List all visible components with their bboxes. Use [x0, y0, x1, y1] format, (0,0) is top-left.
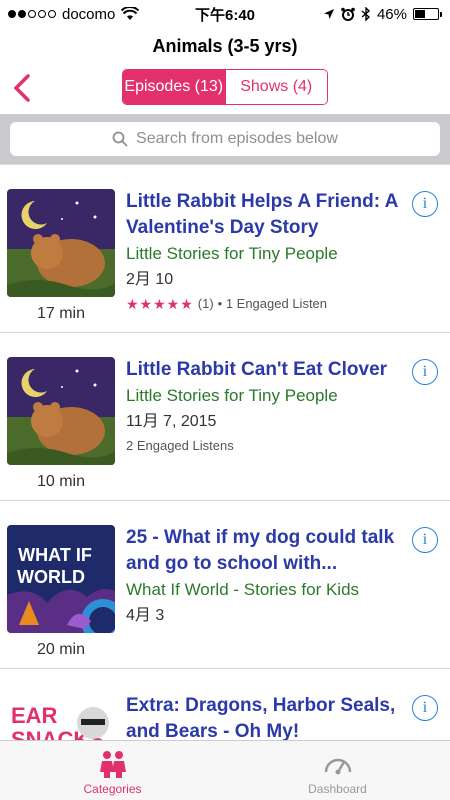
segmented-control: Episodes (13) Shows (4) — [122, 69, 328, 105]
episode-duration: 17 min — [36, 305, 86, 322]
episode-artwork — [7, 357, 115, 465]
art-text-line2: WORLD — [17, 567, 85, 587]
star-rating-icon: ★★★★★ — [126, 296, 194, 312]
episode-title[interactable]: Little Rabbit Helps A Friend: A Valentin… — [126, 189, 404, 241]
status-left: docomo — [8, 5, 140, 23]
status-right: 46% — [323, 6, 442, 23]
episode-date: 4月 3 — [126, 607, 165, 624]
episode-meta: 2 Engaged Listens — [126, 435, 404, 457]
list-item[interactable]: 17 min Little Rabbit Helps A Friend: A V… — [0, 165, 450, 333]
signal-dot — [48, 10, 56, 18]
signal-dot — [8, 10, 16, 18]
bluetooth-icon — [361, 7, 370, 21]
search-placeholder: Search from episodes below — [136, 130, 338, 147]
list-item[interactable]: 10 min Little Rabbit Can't Eat Clover Li… — [0, 333, 450, 501]
engaged-listens: 2 Engaged Listens — [126, 438, 234, 453]
tab-bar: Categories Dashboard — [0, 740, 450, 800]
episode-artwork: WHAT IF WORLD — [7, 525, 115, 633]
episode-details: Little Rabbit Helps A Friend: A Valentin… — [126, 189, 404, 315]
info-icon[interactable]: i — [412, 695, 438, 721]
episode-list: 17 min Little Rabbit Helps A Friend: A V… — [0, 164, 450, 740]
art-text-line1: EAR — [11, 703, 58, 728]
status-bar: docomo 下午6:40 46% — [0, 0, 450, 28]
battery-tip — [440, 11, 442, 17]
tab-episodes[interactable]: Episodes (13) — [123, 70, 225, 104]
episode-title[interactable]: Extra: Dragons, Harbor Seals, and Bears … — [126, 693, 404, 740]
location-arrow-icon — [323, 9, 334, 19]
episode-show[interactable]: What If World - Stories for Kids — [126, 577, 404, 603]
episode-duration: 10 min — [36, 473, 86, 490]
signal-dot — [38, 10, 46, 18]
episode-show[interactable]: Little Stories for Tiny People — [126, 241, 404, 267]
episode-date: 2月 10 — [126, 271, 174, 288]
alarm-clock-icon — [341, 7, 355, 21]
bear-moon-artwork — [7, 189, 115, 297]
episode-title[interactable]: Little Rabbit Can't Eat Clover — [126, 357, 404, 383]
battery-icon — [413, 8, 442, 20]
signal-dot — [18, 10, 26, 18]
what-if-world-artwork: WHAT IF WORLD — [7, 525, 115, 633]
people-icon — [99, 751, 126, 778]
episode-show[interactable]: Little Stories for Tiny People — [126, 383, 404, 409]
episode-date: 11月 7, 2015 — [126, 413, 217, 430]
battery-body — [413, 8, 439, 20]
art-text-line1: WHAT IF — [18, 545, 92, 565]
episode-title[interactable]: 25 - What if my dog could talk and go to… — [126, 525, 404, 577]
rating-count: (1) — [197, 296, 214, 311]
episode-duration: 20 min — [36, 641, 86, 658]
tab-label: Dashboard — [308, 782, 367, 796]
back-chevron-icon[interactable] — [8, 68, 38, 108]
list-item[interactable]: WHAT IF WORLD 20 min 25 - What if my dog… — [0, 501, 450, 669]
search-icon — [112, 131, 128, 147]
tab-dashboard[interactable]: Dashboard — [225, 741, 450, 800]
ear-snacks-artwork: EAR SNACKS — [7, 693, 115, 740]
tab-label: Categories — [83, 782, 142, 796]
episode-artwork: EAR SNACKS — [7, 693, 115, 740]
wifi-icon — [121, 7, 140, 20]
page-title: Animals (3-5 yrs) — [152, 36, 298, 56]
signal-dot — [28, 10, 36, 18]
search-input[interactable]: Search from episodes below — [10, 122, 440, 156]
battery-percent: 46% — [376, 5, 407, 23]
info-icon[interactable]: i — [412, 527, 438, 553]
battery-fill — [415, 10, 426, 18]
engaged-listens: • 1 Engaged Listen — [217, 296, 328, 311]
list-item[interactable]: EAR SNACKS Extra: Dragons, Harbor Seals,… — [0, 669, 450, 740]
tab-categories[interactable]: Categories — [0, 741, 225, 800]
tab-shows[interactable]: Shows (4) — [224, 70, 327, 104]
bear-moon-artwork — [7, 357, 115, 465]
search-bar: Search from episodes below — [0, 114, 450, 164]
episode-meta: ★★★★★ (1) • 1 Engaged Listen — [126, 293, 404, 315]
episode-details: Little Rabbit Can't Eat Clover Little St… — [126, 357, 404, 457]
status-time: 下午6:40 — [194, 6, 256, 24]
episode-details: Extra: Dragons, Harbor Seals, and Bears … — [126, 693, 404, 740]
signal-strength-icon — [8, 10, 56, 18]
info-icon[interactable]: i — [412, 359, 438, 385]
carrier-name: docomo — [62, 5, 116, 23]
episode-details: 25 - What if my dog could talk and go to… — [126, 525, 404, 629]
info-icon[interactable]: i — [412, 191, 438, 217]
episode-artwork — [7, 189, 115, 297]
dashboard-icon — [324, 758, 351, 775]
